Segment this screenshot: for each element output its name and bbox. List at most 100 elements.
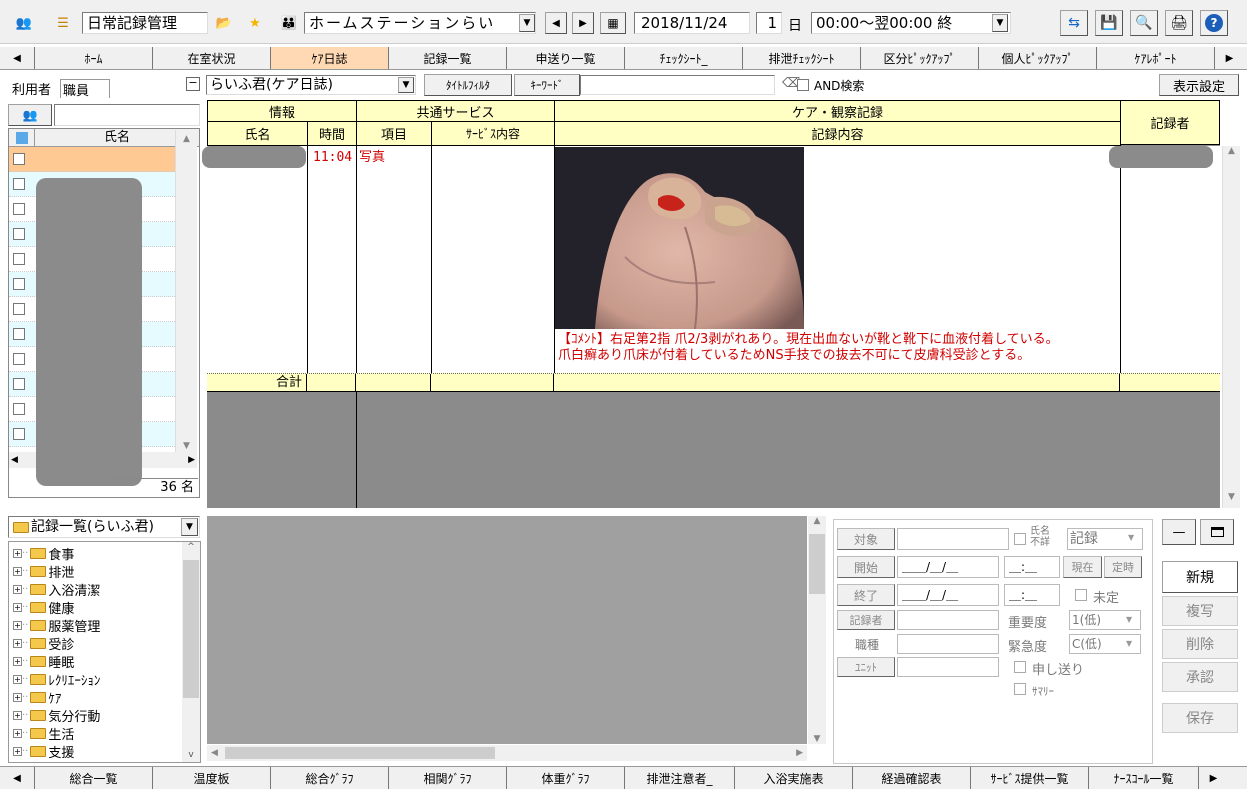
- detail-hscroll[interactable]: ◀ ▶: [207, 745, 807, 761]
- main-tab-5[interactable]: ﾁｪｯｸｼｰﾄ_: [625, 47, 743, 69]
- unit-button[interactable]: ﾕﾆｯﾄ: [837, 657, 895, 677]
- expand-icon[interactable]: +: [13, 620, 22, 630]
- start-time-field[interactable]: ＿:＿: [1004, 556, 1060, 578]
- name-unknown-checkbox[interactable]: [1014, 533, 1026, 545]
- end-button[interactable]: 終了: [837, 584, 895, 606]
- title-filter-button[interactable]: ﾀｲﾄﾙﾌｨﾙﾀ: [424, 74, 512, 96]
- and-search-checkbox[interactable]: [797, 79, 809, 91]
- record-tree-item[interactable]: + ·· ｹｱ: [13, 688, 200, 707]
- wound-photo[interactable]: [555, 147, 804, 329]
- main-tab-4[interactable]: 申送り一覧: [507, 47, 625, 69]
- expand-icon[interactable]: +: [13, 692, 22, 702]
- days-field[interactable]: 1: [756, 12, 782, 34]
- record-tree-item[interactable]: + ·· 受診: [13, 634, 200, 653]
- record-tree-item[interactable]: + ·· 排泄: [13, 562, 200, 581]
- record-kind-dropdown-icon[interactable]: ▼: [1128, 533, 1134, 542]
- bottom-tab-5[interactable]: 排泄注意者_: [625, 767, 735, 789]
- folder-open-icon[interactable]: 📂: [213, 12, 235, 34]
- user-row-checkbox[interactable]: [13, 253, 25, 265]
- fixed-time-button[interactable]: 定時: [1104, 556, 1142, 578]
- bottom-tab-scroll-right[interactable]: ▶: [1199, 767, 1228, 789]
- record-tree-item[interactable]: + ·· 支援: [13, 742, 200, 761]
- undetermined-checkbox[interactable]: [1075, 589, 1087, 601]
- grid-vscroll[interactable]: ▲ ▼: [1222, 146, 1240, 508]
- collapse-icon[interactable]: −: [186, 77, 200, 91]
- row-item[interactable]: 写真: [359, 150, 385, 166]
- record-tree-item[interactable]: + ·· 睡眠: [13, 652, 200, 671]
- tab-scroll-left[interactable]: ◀: [0, 47, 35, 69]
- mode-dropdown-icon[interactable]: ▼: [398, 77, 414, 93]
- date-field[interactable]: 2018/11/24: [634, 12, 750, 34]
- approve-button[interactable]: 承認: [1162, 662, 1238, 692]
- save-disk-icon[interactable]: 💾: [1095, 10, 1123, 36]
- refresh-icon[interactable]: ⇆: [1060, 10, 1088, 36]
- keyword-button[interactable]: ｷｰﾜｰﾄﾞ: [514, 74, 580, 96]
- station-select[interactable]: ホームステーションらい: [304, 12, 536, 34]
- expand-icon[interactable]: +: [13, 548, 22, 558]
- handover-checkbox[interactable]: [1014, 661, 1026, 673]
- maximize-button[interactable]: [1200, 519, 1234, 545]
- user-list-scrollbar[interactable]: ▲ ▼: [175, 130, 197, 455]
- row-time[interactable]: 11:04: [313, 150, 352, 166]
- record-tree-item[interactable]: + ·· ﾚｸﾘｴｰｼｮﾝ: [13, 670, 200, 689]
- importance-dropdown-icon[interactable]: ▼: [1126, 615, 1132, 624]
- recorder-field[interactable]: [897, 610, 999, 630]
- main-tab-0[interactable]: ﾎｰﾑ: [35, 47, 153, 69]
- bottom-tab-scroll-left[interactable]: ◀: [0, 767, 35, 789]
- user-row-checkbox[interactable]: [13, 428, 25, 440]
- bottom-tab-6[interactable]: 入浴実施表: [735, 767, 853, 789]
- expand-icon[interactable]: +: [13, 728, 22, 738]
- end-date-field[interactable]: ＿＿/＿/＿: [897, 584, 999, 606]
- user-row[interactable]: [9, 147, 175, 172]
- user-search-input[interactable]: [54, 104, 200, 126]
- bottom-tab-3[interactable]: 相関ｸﾞﾗﾌ: [389, 767, 507, 789]
- expand-icon[interactable]: +: [13, 638, 22, 648]
- user-row-checkbox[interactable]: [13, 278, 25, 290]
- print-icon[interactable]: 🖨: [1165, 10, 1193, 36]
- record-tree-select[interactable]: 記録一覧(らいふ君): [8, 516, 200, 538]
- left-tab-staff[interactable]: 職員: [60, 79, 110, 99]
- save-button[interactable]: 保存: [1162, 703, 1238, 733]
- bottom-tab-1[interactable]: 温度板: [153, 767, 271, 789]
- help-icon[interactable]: ?: [1200, 10, 1228, 36]
- delete-button[interactable]: 削除: [1162, 629, 1238, 659]
- user-group-icon[interactable]: 👥: [8, 104, 52, 126]
- record-tree-item[interactable]: + ·· 入浴清潔: [13, 580, 200, 599]
- expand-icon[interactable]: +: [13, 656, 22, 666]
- target-field[interactable]: [897, 528, 1009, 550]
- expand-icon[interactable]: +: [13, 674, 22, 684]
- search-magnifier-icon[interactable]: 🔍: [1130, 10, 1158, 36]
- bottom-tab-8[interactable]: ｻｰﾋﾞｽ提供一覧: [971, 767, 1089, 789]
- expand-icon[interactable]: +: [13, 746, 22, 756]
- main-tab-2[interactable]: ｹｱ日誌: [271, 47, 389, 69]
- summary-checkbox[interactable]: [1014, 683, 1026, 695]
- stack-icon[interactable]: ☰: [52, 12, 74, 34]
- user-row-checkbox[interactable]: [13, 328, 25, 340]
- next-date-button[interactable]: ▶: [572, 12, 594, 34]
- star-icon[interactable]: ★: [244, 12, 266, 34]
- keyword-input[interactable]: [580, 75, 775, 95]
- start-button[interactable]: 開始: [837, 556, 895, 578]
- record-tree-scrollbar[interactable]: ^ v: [182, 542, 200, 762]
- user-row-checkbox[interactable]: [13, 228, 25, 240]
- main-tab-7[interactable]: 区分ﾋﾟｯｸｱｯﾌﾟ: [861, 47, 979, 69]
- bottom-tab-7[interactable]: 経過確認表: [853, 767, 971, 789]
- mode-select[interactable]: らいふ君(ケア日誌): [206, 75, 416, 95]
- main-tab-1[interactable]: 在室状況: [153, 47, 271, 69]
- main-tab-8[interactable]: 個人ﾋﾟｯｸｱｯﾌﾟ: [979, 47, 1097, 69]
- user-row-checkbox[interactable]: [13, 353, 25, 365]
- bottom-tab-4[interactable]: 体重ｸﾞﾗﾌ: [507, 767, 625, 789]
- time-range-dropdown-icon[interactable]: ▼: [992, 14, 1008, 32]
- expand-icon[interactable]: +: [13, 710, 22, 720]
- record-tree-item[interactable]: + ·· 気分行動: [13, 706, 200, 725]
- expand-icon[interactable]: +: [13, 566, 22, 576]
- main-tab-3[interactable]: 記録一覧: [389, 47, 507, 69]
- detail-vscroll[interactable]: ▲ ▼: [808, 516, 826, 744]
- left-tab-users[interactable]: 利用者: [12, 79, 51, 98]
- start-date-field[interactable]: ＿＿/＿/＿: [897, 556, 999, 578]
- new-button[interactable]: 新規: [1162, 561, 1238, 593]
- minimize-button[interactable]: —: [1162, 519, 1196, 545]
- recorder-button[interactable]: 記録者: [837, 610, 895, 630]
- job-field[interactable]: [897, 634, 999, 654]
- prev-date-button[interactable]: ◀: [545, 12, 567, 34]
